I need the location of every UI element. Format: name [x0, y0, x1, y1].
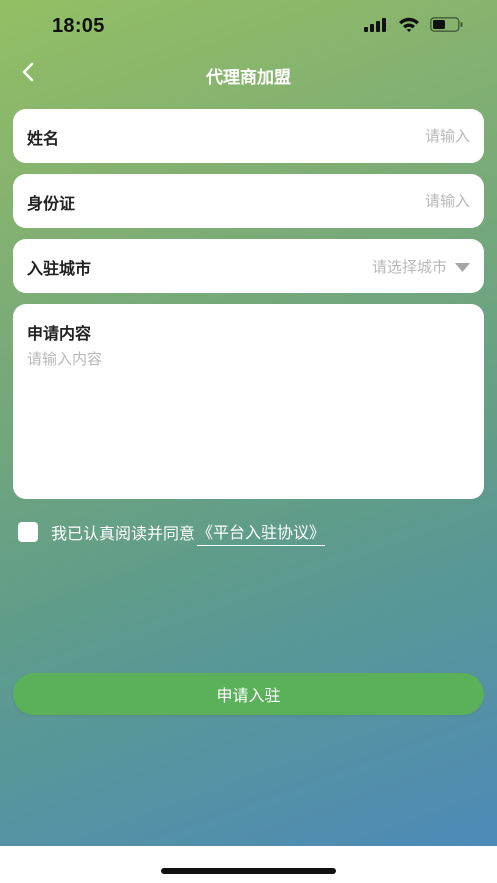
- page-title: 代理商加盟: [206, 68, 291, 88]
- cellular-signal-icon: [364, 17, 388, 36]
- status-icons: [364, 17, 463, 36]
- content-card: 申请内容: [13, 304, 484, 499]
- city-label: 入驻城市: [27, 259, 92, 278]
- name-row: 姓名: [13, 109, 484, 163]
- nav-bar: 代理商加盟: [0, 54, 497, 94]
- status-time: 18:05: [52, 15, 105, 37]
- battery-icon: [430, 17, 463, 36]
- city-select[interactable]: 请选择城市: [372, 256, 470, 277]
- content-label: 申请内容: [27, 324, 92, 343]
- city-placeholder: 请选择城市: [371, 258, 447, 276]
- id-card-row: 身份证: [13, 174, 484, 228]
- city-select-row[interactable]: 入驻城市 请选择城市: [13, 239, 484, 293]
- content-textarea[interactable]: [27, 348, 467, 488]
- submit-button[interactable]: 申请入驻: [13, 673, 484, 715]
- agreement-checkbox[interactable]: [18, 522, 38, 542]
- agreement-row: 我已认真阅读并同意 《平台入驻协议》: [18, 519, 326, 546]
- screen-background: 18:05 代理商加盟 姓名 请输入 身份证 请输入 入驻城市 请选择城市 申请…: [0, 0, 497, 846]
- name-input[interactable]: [170, 123, 470, 149]
- id-card-input[interactable]: [170, 188, 470, 214]
- caret-down-icon: [455, 258, 470, 276]
- home-indicator: [161, 868, 336, 874]
- wifi-icon: [398, 17, 420, 36]
- name-label: 姓名: [27, 129, 60, 148]
- agreement-link[interactable]: 《平台入驻协议》: [197, 519, 326, 546]
- agreement-text: 我已认真阅读并同意: [51, 524, 196, 543]
- status-bar: 18:05: [0, 0, 497, 54]
- id-card-label: 身份证: [27, 194, 76, 213]
